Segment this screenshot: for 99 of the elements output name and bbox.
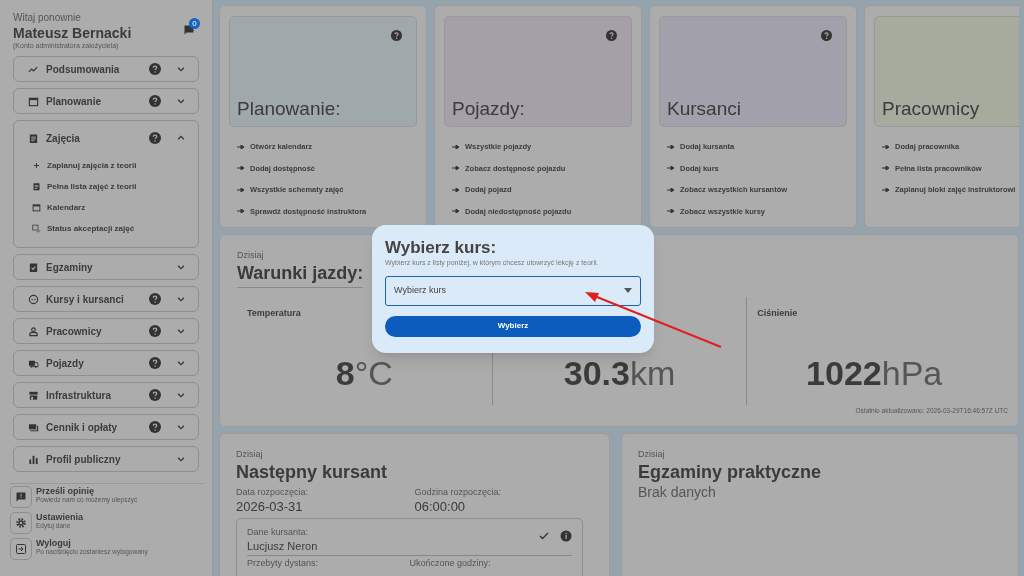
chevron-down-icon [176, 454, 186, 464]
nav-section-header[interactable]: Cennik i opłaty [14, 415, 198, 439]
arrow-right-icon [667, 144, 674, 149]
nav-section-header[interactable]: Planowanie [14, 89, 198, 113]
help-icon[interactable] [149, 132, 161, 144]
nav-section-header[interactable]: Egzaminy [14, 255, 198, 279]
calendar-icon [32, 203, 41, 212]
dropdown-caret-icon [624, 288, 632, 293]
card-title: Pracownicy [882, 98, 980, 120]
arrow-right-icon [452, 209, 459, 214]
empty-state-text: Brak danych [638, 482, 716, 502]
logout-icon [15, 543, 27, 555]
arrow-right-icon [452, 187, 459, 192]
chevron-down-icon [176, 358, 186, 368]
arrow-right-icon [882, 187, 889, 192]
face-icon [28, 293, 39, 305]
nav-subitem[interactable]: Kalendarz [14, 197, 198, 218]
card-title: Następny kursant [236, 461, 388, 482]
help-icon[interactable] [149, 293, 161, 305]
modal-title: Wybierz kurs: [385, 238, 498, 258]
chevron-down-icon [176, 64, 186, 74]
metric-value: 8°C [335, 352, 393, 393]
calendar-check-icon [32, 224, 41, 233]
card-title: Warunki jazdy: [237, 262, 364, 288]
info-icon[interactable] [560, 530, 572, 542]
clipboard-icon [28, 132, 39, 144]
arrow-right-icon [237, 209, 244, 214]
arrow-right-icon [882, 166, 889, 171]
nav-section-header[interactable]: Podsumowania [14, 57, 198, 81]
nav-section-header[interactable]: Pracownicy [14, 319, 198, 343]
arrow-right-icon [237, 187, 244, 192]
help-icon[interactable] [149, 421, 161, 433]
field-label: Ukończone godziny: [409, 556, 492, 570]
user-name: Mateusz Bernacki [13, 24, 132, 42]
student-name: Lucjusz Neron [247, 539, 318, 553]
clipboard-icon [32, 182, 41, 191]
help-icon[interactable] [149, 325, 161, 337]
arrow-right-icon [452, 166, 459, 171]
course-select[interactable]: Wybierz kurs [385, 275, 641, 306]
chevron-down-icon [176, 96, 186, 106]
card-overline: Dzisiaj [236, 448, 263, 461]
card-title: Kursanci [667, 98, 741, 120]
help-icon[interactable] [149, 357, 161, 369]
notification-badge: 0 [189, 18, 200, 29]
arrow-right-icon [667, 166, 674, 171]
settings-icon [15, 517, 27, 529]
calendar-icon [28, 95, 39, 107]
field-value: 2026-03-31 [236, 499, 304, 514]
nav-section-header[interactable]: Kursy i kursanci [14, 287, 198, 311]
help-icon[interactable] [821, 30, 832, 41]
nav-subitem[interactable]: Status akceptacji zajęć [14, 218, 198, 239]
field-label: Dane kursanta: [247, 526, 310, 539]
help-icon[interactable] [606, 30, 617, 41]
payment-icon [28, 421, 39, 433]
greeting-text: Witaj ponownie [13, 12, 81, 24]
nav-section-header[interactable]: Zajęcia [14, 121, 198, 155]
field-label: Przebyty dystans: [247, 556, 320, 570]
card-overline: Dzisiaj [237, 249, 264, 262]
bar-chart-icon [28, 453, 39, 465]
person-icon [28, 325, 39, 337]
card-title: Planowanie: [237, 98, 341, 120]
arrow-right-icon [667, 209, 674, 214]
store-icon [28, 389, 39, 401]
metric-value: 1022hPa [806, 352, 943, 393]
metric-value: 30.3km [563, 352, 676, 393]
chat-icon [183, 24, 195, 36]
nav-section-header[interactable]: Profil publiczny [14, 447, 198, 471]
metric-label: Ciśnienie [757, 306, 799, 320]
notifications-button[interactable]: 0 [183, 22, 197, 36]
help-icon[interactable] [391, 30, 402, 41]
arrow-right-icon [452, 144, 459, 149]
arrow-right-icon [237, 166, 244, 171]
card-overline: Dzisiaj [638, 448, 665, 461]
nav-section-header[interactable]: Pojazdy [14, 351, 198, 375]
nav-subitem[interactable]: Pełna lista zajęć z teorii [14, 176, 198, 197]
nav-section-header[interactable]: Infrastruktura [14, 383, 198, 407]
help-icon[interactable] [149, 95, 161, 107]
plus-icon [32, 161, 41, 170]
chevron-down-icon [176, 390, 186, 400]
arrow-right-icon [667, 187, 674, 192]
help-icon[interactable] [149, 63, 161, 75]
chevron-down-icon [176, 262, 186, 272]
field-label: Data rozpoczęcia: [236, 485, 310, 499]
clipboard-check-icon [28, 261, 39, 273]
feedback-icon [15, 491, 27, 503]
nav-subitem[interactable]: Zaplanuj zajęcia z teorii [14, 155, 198, 176]
field-value: 06:00:00 [414, 499, 467, 514]
arrow-right-icon [882, 144, 889, 149]
card-title: Egzaminy praktyczne [638, 461, 822, 482]
select-button[interactable]: Wybierz [385, 315, 641, 337]
metric-label: Temperatura [247, 306, 302, 320]
chevron-down-icon [176, 294, 186, 304]
arrow-right-icon [237, 144, 244, 149]
card-title: Pojazdy: [452, 98, 525, 120]
help-icon[interactable] [149, 389, 161, 401]
chevron-down-icon [176, 326, 186, 336]
chevron-down-icon [176, 422, 186, 432]
field-label: Godzina rozpoczęcia: [414, 485, 503, 499]
chevron-up-icon [176, 133, 186, 143]
